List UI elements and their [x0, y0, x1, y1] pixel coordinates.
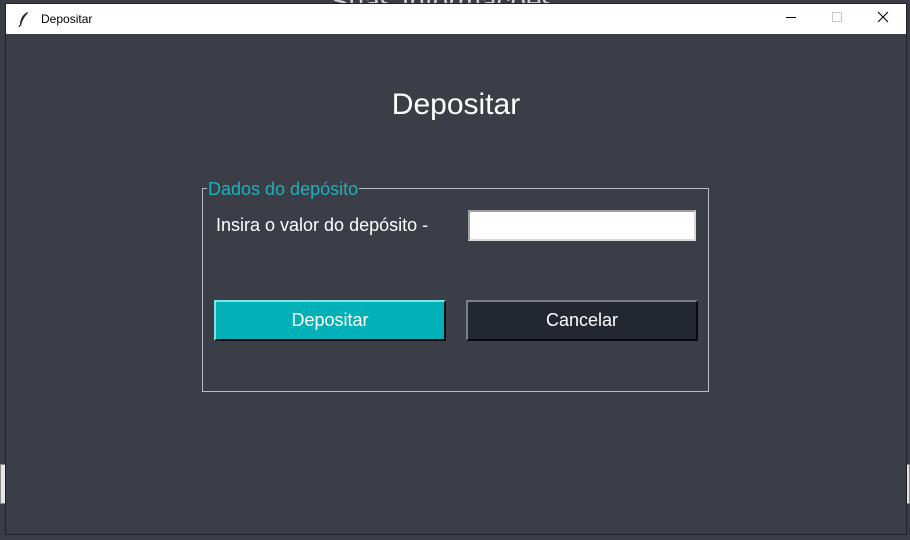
minimize-button[interactable] — [768, 4, 814, 34]
minimize-icon — [785, 10, 797, 28]
amount-input[interactable] — [468, 210, 696, 241]
deposit-details-group: Dados do depósito Insira o valor do depó… — [202, 179, 709, 392]
page-title: Depositar — [391, 88, 521, 121]
close-button[interactable] — [860, 4, 906, 34]
cancel-button[interactable]: Cancelar — [466, 300, 698, 341]
deposit-window: Depositar Depositar Dados do depósito In… — [6, 4, 906, 534]
title-bar[interactable]: Depositar — [6, 4, 906, 34]
group-legend: Dados do depósito — [207, 179, 360, 199]
maximize-button[interactable] — [814, 4, 860, 34]
window-title: Depositar — [41, 12, 93, 26]
window-content: Depositar Dados do depósito Insira o val… — [6, 34, 906, 534]
maximize-icon — [831, 10, 843, 28]
deposit-button[interactable]: Depositar — [214, 300, 446, 341]
amount-label: Insira o valor do depósito - — [216, 215, 429, 235]
close-icon — [877, 10, 889, 28]
feather-icon — [16, 11, 32, 27]
